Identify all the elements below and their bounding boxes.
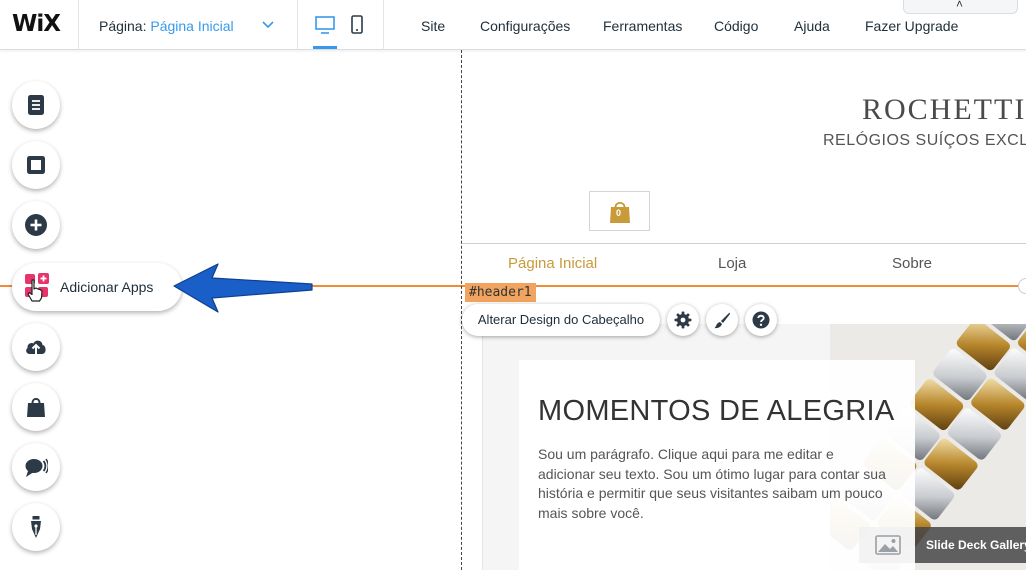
chevron-up-icon: ˄: [956, 0, 964, 11]
gallery-icon-box: [859, 527, 915, 563]
pages-button[interactable]: [12, 81, 60, 129]
divider: [297, 0, 298, 50]
collapse-topbar-tab[interactable]: ˄: [903, 0, 1018, 14]
top-bar: WiX Página: Página Inicial Site Configur…: [0, 0, 1026, 50]
page-selector-label: Página:: [99, 18, 147, 34]
slide-deck-gallery-tag[interactable]: Slide Deck Gallery: [859, 527, 1026, 563]
upload-button[interactable]: [12, 323, 60, 371]
menu-settings[interactable]: Configurações: [480, 18, 570, 34]
menu-site[interactable]: Site: [421, 18, 445, 34]
header-settings-button[interactable]: [667, 304, 699, 336]
page-edge-guide: [461, 50, 462, 570]
header-tag: #header1: [465, 283, 536, 302]
add-apps-label: Adicionar Apps: [60, 279, 154, 295]
menu-help[interactable]: Ajuda: [794, 18, 830, 34]
background-icon: [27, 156, 45, 174]
hand-cursor-icon: [27, 279, 43, 302]
chat-icon: [25, 458, 48, 477]
nav-about[interactable]: Sobre: [892, 255, 932, 272]
page-selector-value: Página Inicial: [150, 18, 234, 34]
active-device-indicator: [313, 46, 337, 49]
blog-pen-icon: [31, 516, 41, 538]
store-button[interactable]: [12, 383, 60, 431]
menu-upgrade[interactable]: Fazer Upgrade: [865, 18, 958, 34]
desktop-view-icon[interactable]: [313, 14, 337, 36]
pointer-arrow-icon: [173, 263, 313, 313]
blog-button[interactable]: [12, 503, 60, 551]
menu-code[interactable]: Código: [714, 18, 758, 34]
nav-store[interactable]: Loja: [718, 255, 746, 272]
cart-count: 0: [616, 208, 622, 218]
chat-button[interactable]: [12, 443, 60, 491]
cart-widget[interactable]: 0: [589, 191, 650, 231]
pages-icon: [28, 95, 44, 115]
background-button[interactable]: [12, 141, 60, 189]
nav-divider: [462, 243, 1026, 244]
help-icon: [752, 311, 770, 329]
divider: [383, 0, 384, 50]
site-subtitle[interactable]: RELÓGIOS SUÍÇOS EXCLUSIVOS: [823, 132, 1026, 150]
wix-logo[interactable]: WiX: [12, 11, 61, 37]
paintbrush-icon: [714, 312, 730, 329]
header-resize-handle[interactable]: [1018, 278, 1026, 294]
mobile-view-icon[interactable]: [345, 14, 369, 36]
site-title[interactable]: ROCHETTI: [862, 93, 1026, 127]
divider: [78, 0, 79, 50]
section-title[interactable]: MOMENTOS DE ALEGRIA: [538, 395, 894, 428]
add-button[interactable]: [12, 201, 60, 249]
section-paragraph[interactable]: Sou um parágrafo. Clique aqui para me ed…: [538, 445, 893, 523]
nav-home[interactable]: Página Inicial: [508, 255, 597, 272]
header-help-button[interactable]: [745, 304, 777, 336]
gallery-label: Slide Deck Gallery: [926, 538, 1026, 552]
store-icon: [27, 397, 45, 417]
page-selector[interactable]: Página: Página Inicial: [99, 18, 234, 34]
image-icon: [875, 535, 901, 555]
gear-icon: [674, 311, 692, 329]
change-header-design-button[interactable]: Alterar Design do Cabeçalho: [462, 304, 660, 336]
add-icon: [25, 214, 47, 236]
wix-editor: WiX Página: Página Inicial Site Configur…: [0, 0, 1026, 570]
upload-icon: [26, 340, 46, 356]
header-design-button[interactable]: [706, 304, 738, 336]
chevron-down-icon[interactable]: [261, 19, 275, 31]
menu-tools[interactable]: Ferramentas: [603, 18, 682, 34]
